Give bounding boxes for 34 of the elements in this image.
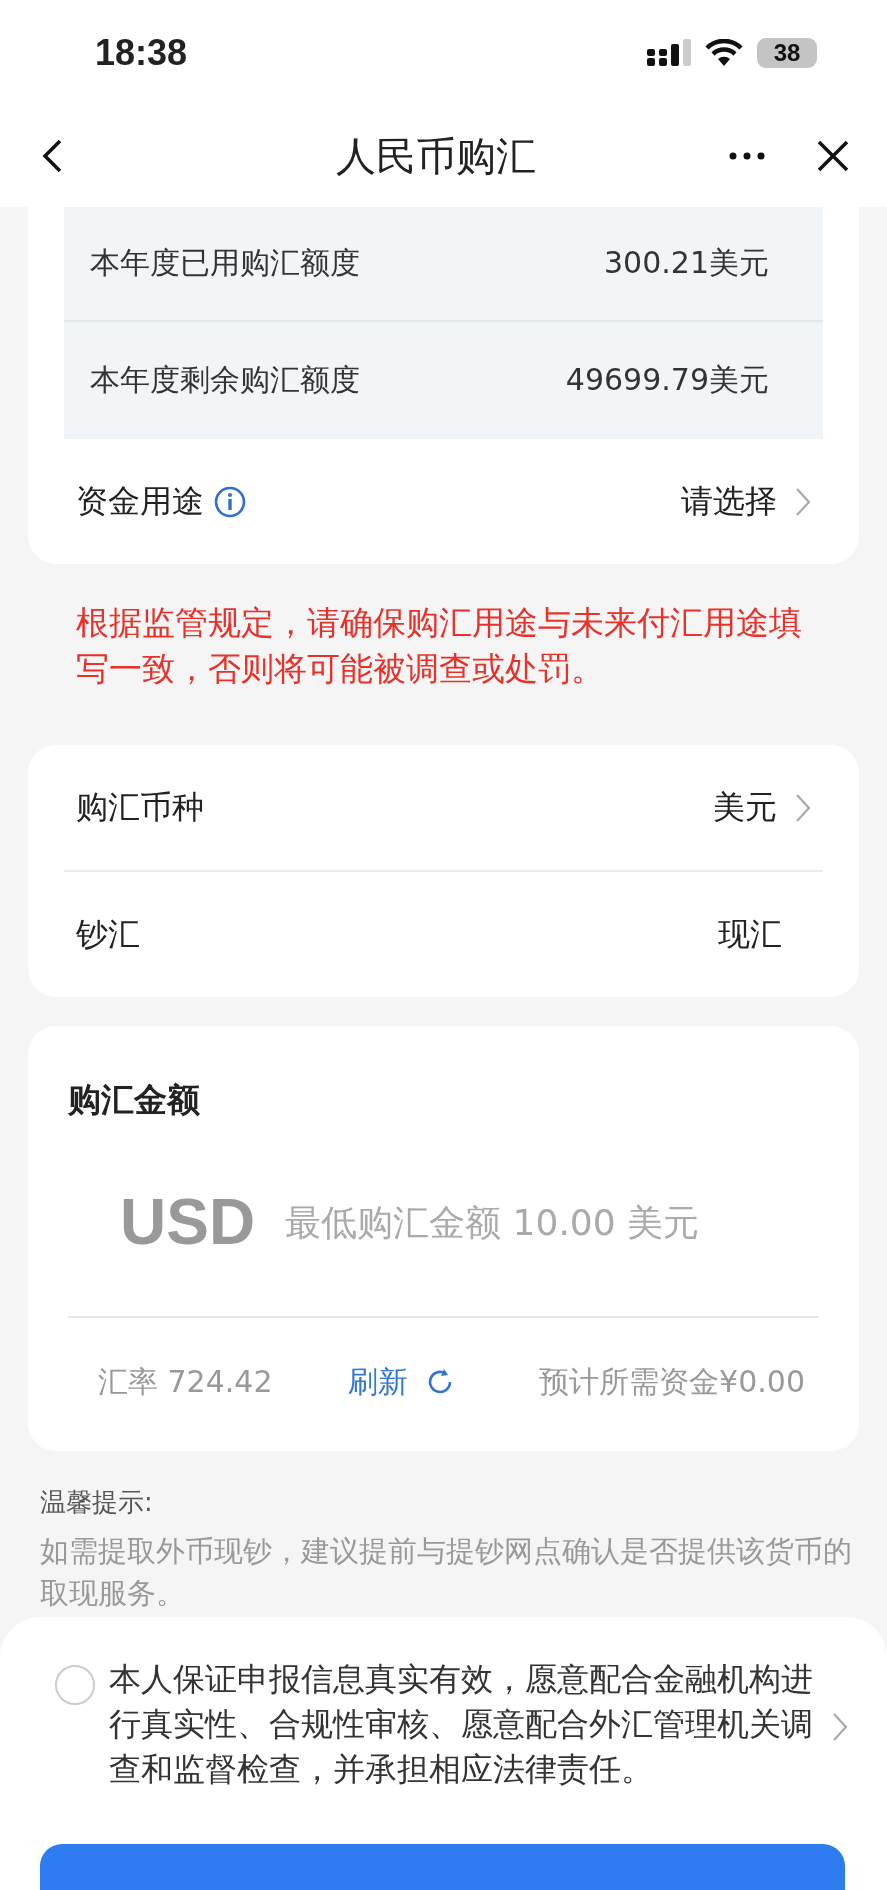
- purpose-label: 资金用途: [76, 480, 204, 522]
- currency-select[interactable]: 美元: [713, 785, 777, 830]
- more-icon[interactable]: [729, 152, 765, 160]
- quota-label: 本年度已用购汇额度: [90, 244, 360, 282]
- info-icon[interactable]: [214, 485, 246, 518]
- chevron-right-icon: [832, 1712, 848, 1742]
- amount-title: 购汇金额: [68, 1079, 201, 1121]
- quota-value: 49699.79美元: [565, 361, 769, 399]
- status-time: 18:38: [95, 31, 189, 74]
- tips-title: 温馨提示:: [40, 1486, 154, 1519]
- field-value: 现汇: [718, 913, 782, 955]
- chevron-right-icon: [795, 486, 811, 517]
- estimated-funds: 预计所需资金¥0.00: [539, 1362, 805, 1401]
- currency-code: USD: [120, 1185, 256, 1259]
- field-label: 钞汇: [76, 913, 140, 955]
- refresh-button[interactable]: 刷新: [348, 1361, 454, 1403]
- tips-text: 如需提取外币现钞，建议提前与提钞网点确认是否提供该货币的取现服务。: [40, 1533, 853, 1612]
- agreement-text: 本人保证申报信息真实有效，愿意配合金融机构进行真实性、合规性审核、愿意配合外汇管理机关调查和监督检查，并承担相应法律责任。: [109, 1659, 814, 1790]
- close-icon[interactable]: [817, 140, 849, 172]
- signal-icon: [647, 38, 691, 67]
- quota-value: 300.21美元: [604, 244, 769, 282]
- battery-indicator: 38: [757, 37, 817, 68]
- field-label: 购汇币种: [76, 786, 204, 828]
- quota-label: 本年度剩余购汇额度: [90, 361, 360, 399]
- wifi-icon: [705, 38, 743, 67]
- chevron-right-icon: [795, 792, 811, 823]
- agreement-checkbox[interactable]: [55, 1665, 95, 1705]
- back-icon[interactable]: [42, 139, 62, 173]
- amount-input[interactable]: 最低购汇金额 10.00 美元: [285, 1201, 786, 1243]
- exchange-rate: 汇率 724.42: [98, 1362, 274, 1401]
- warning-text: 根据监管规定，请确保购汇用途与未来付汇用途填写一致，否则将可能被调查或处罚。: [75, 602, 803, 690]
- page-title: 人民币购汇: [334, 131, 537, 181]
- purpose-select[interactable]: 请选择: [681, 479, 777, 524]
- refresh-icon: [426, 1368, 454, 1396]
